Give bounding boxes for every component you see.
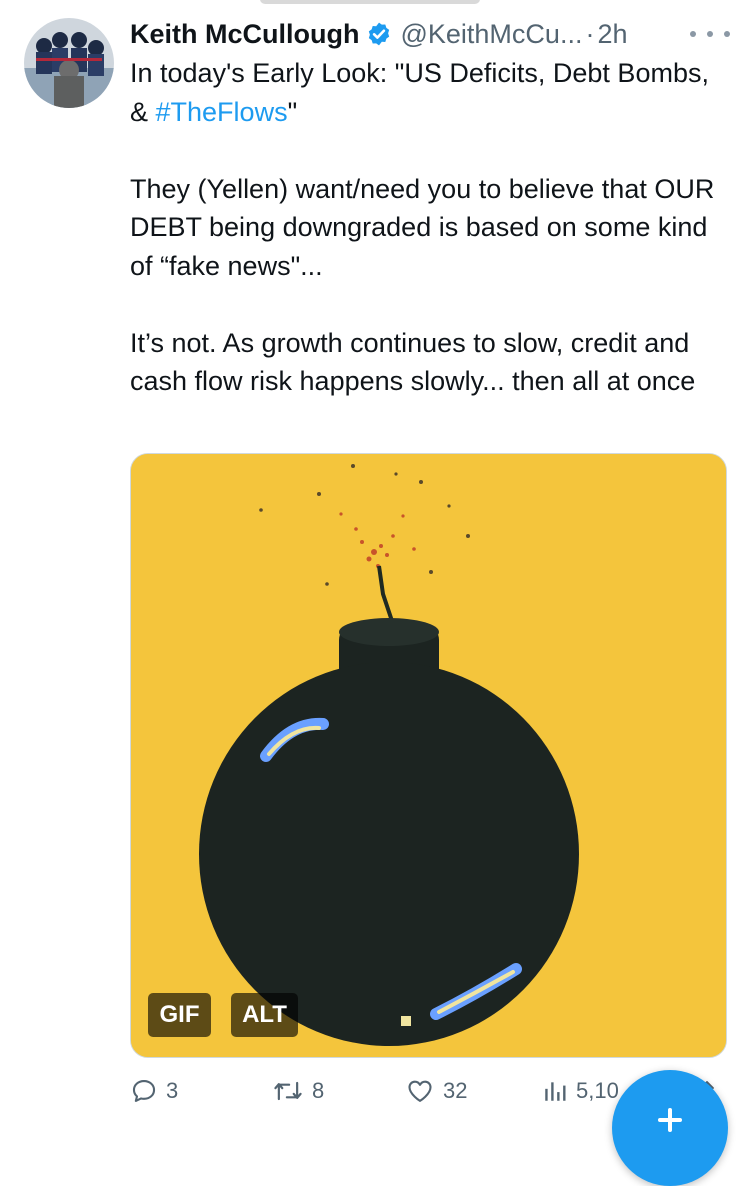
views-button[interactable]: 5,10	[542, 1068, 619, 1114]
retweet-count: 8	[312, 1078, 325, 1103]
tweet-time[interactable]: 2h	[597, 19, 627, 50]
compose-tweet-button[interactable]	[612, 1070, 728, 1186]
tweet-paragraph-2: They (Yellen) want/need you to believe t…	[130, 173, 715, 281]
time-separator: ·	[585, 18, 595, 49]
tweet-paragraph-3: It’s not. As growth continues to slow, c…	[130, 327, 696, 397]
tweet-body: In today's Early Look: "US Deficits, Deb…	[130, 54, 730, 401]
views-count: 5,10	[576, 1078, 619, 1103]
bomb-image	[131, 454, 726, 1057]
sheet-handle	[260, 0, 480, 4]
like-count: 32	[443, 1078, 468, 1103]
author-avatar[interactable]	[24, 18, 114, 108]
retweet-icon	[274, 1081, 302, 1101]
tweet-paragraph-1: In today's Early Look: "US Deficits, Deb…	[130, 54, 730, 131]
author-name[interactable]: Keith McCullough	[130, 19, 359, 50]
tweet-header: Keith McCullough @KeithMcCu... · 2h	[130, 14, 730, 54]
avatar-image	[24, 18, 114, 108]
author-handle[interactable]: @KeithMcCu...	[400, 19, 582, 50]
tweet-text-quote-end: "	[287, 96, 298, 127]
heart-icon	[408, 1080, 432, 1102]
plus-icon	[658, 1108, 682, 1132]
alt-text-button[interactable]: ALT	[231, 993, 298, 1037]
reply-button[interactable]: 3	[130, 1068, 178, 1114]
gif-badge: GIF	[148, 993, 211, 1037]
like-button[interactable]: 32	[405, 1068, 467, 1114]
views-icon	[545, 1082, 566, 1101]
tweet-media-gif[interactable]	[130, 453, 727, 1058]
hashtag-link[interactable]: #TheFlows	[156, 97, 288, 127]
verified-badge-icon	[366, 21, 392, 47]
reply-icon	[132, 1080, 156, 1102]
retweet-button[interactable]: 8	[272, 1068, 324, 1114]
reply-count: 3	[166, 1078, 179, 1103]
more-dots-icon[interactable]	[690, 24, 730, 44]
